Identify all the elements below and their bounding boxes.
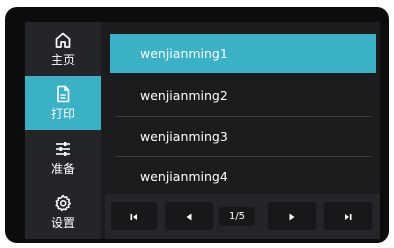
page-indicator: 1/5 <box>219 207 255 226</box>
sidebar-item-settings[interactable]: 设置 <box>25 185 101 239</box>
screen: 主页 打印 准备 设置 wenjianming1 wenjianming2 we… <box>25 22 380 239</box>
pager: 1/5 <box>105 194 380 239</box>
first-page-icon <box>129 207 139 226</box>
sliders-icon <box>25 140 101 158</box>
print-file-icon <box>25 85 101 103</box>
gear-icon <box>25 194 101 212</box>
last-page-icon <box>343 207 353 226</box>
sidebar-item-label: 打印 <box>50 107 75 121</box>
list-item[interactable]: wenjianming2 <box>110 76 376 115</box>
sidebar-item-prepare[interactable]: 准备 <box>25 131 101 185</box>
list-item[interactable]: wenjianming4 <box>110 157 376 196</box>
prev-page-button[interactable] <box>165 202 213 230</box>
sidebar-item-label: 设置 <box>50 216 75 230</box>
sidebar-item-label: 主页 <box>50 53 75 67</box>
sidebar-item-home[interactable]: 主页 <box>25 22 101 76</box>
device-frame: 主页 打印 准备 设置 wenjianming1 wenjianming2 we… <box>5 7 389 243</box>
sidebar-item-print[interactable]: 打印 <box>25 76 101 130</box>
list-item[interactable]: wenjianming1 <box>110 34 376 73</box>
next-page-button[interactable] <box>268 202 316 230</box>
home-icon <box>25 31 101 49</box>
sidebar-item-label: 准备 <box>50 162 75 176</box>
first-page-button[interactable] <box>111 202 157 230</box>
file-list: wenjianming1 wenjianming2 wenjianming3 w… <box>105 22 380 239</box>
list-item[interactable]: wenjianming3 <box>110 117 376 156</box>
next-page-icon <box>287 207 297 226</box>
prev-page-icon <box>184 207 194 226</box>
sidebar: 主页 打印 准备 设置 <box>25 22 101 239</box>
last-page-button[interactable] <box>324 202 372 230</box>
